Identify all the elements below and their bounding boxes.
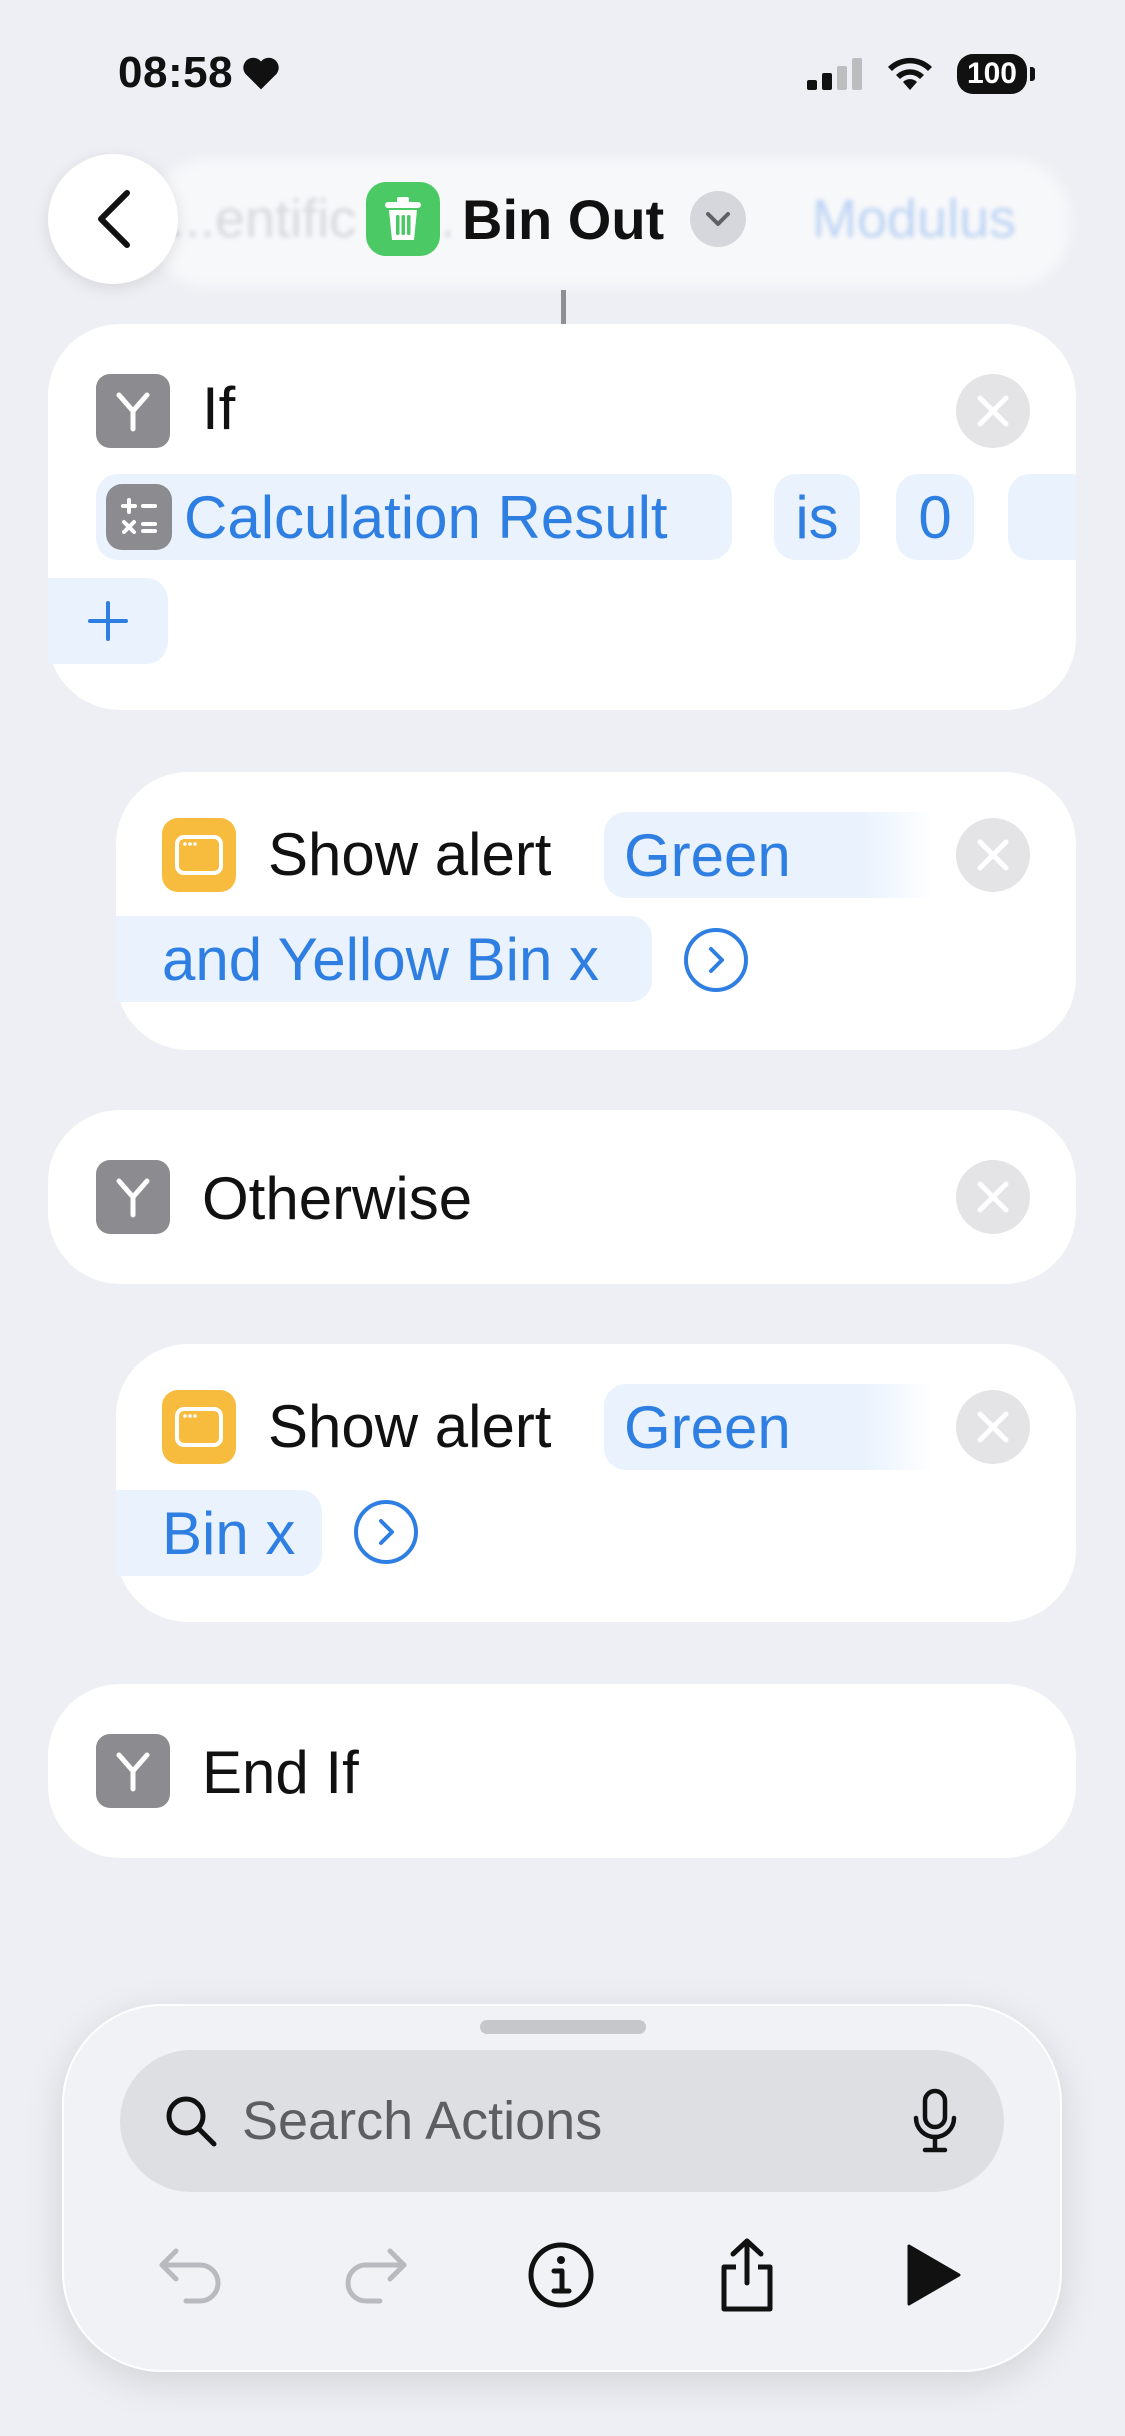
plus-icon: [88, 601, 128, 641]
redo-button[interactable]: [330, 2230, 420, 2320]
alert-message-line2[interactable]: and Yellow Bin x: [116, 916, 652, 1002]
alert-message-line1[interactable]: Green: [604, 1384, 934, 1470]
redo-icon: [345, 2248, 407, 2304]
show-alert-action-2[interactable]: Show alert Green Bin x: [116, 1344, 1076, 1622]
add-condition-button[interactable]: [48, 578, 168, 664]
search-placeholder: Search Actions: [242, 2091, 603, 2151]
share-icon: [721, 2238, 773, 2312]
battery-indicator: 100: [956, 54, 1036, 94]
microphone-icon[interactable]: [912, 2088, 958, 2154]
flow-connector: [561, 290, 566, 324]
search-actions-field[interactable]: Search Actions: [120, 2050, 1004, 2192]
close-icon: [977, 395, 1009, 427]
close-icon: [977, 839, 1009, 871]
show-alert-action-1[interactable]: Show alert Green and Yellow Bin x: [116, 772, 1076, 1050]
remove-otherwise-button[interactable]: [956, 1160, 1030, 1234]
chevron-down-icon: [690, 191, 747, 247]
condition-value[interactable]: 0: [896, 474, 974, 560]
shortcut-title-menu[interactable]: Bin Out: [366, 182, 747, 256]
expand-alert-2-button[interactable]: [354, 1500, 418, 1564]
end-if-action-card[interactable]: End If: [48, 1684, 1076, 1858]
remove-alert-1-button[interactable]: [956, 818, 1030, 892]
search-icon: [166, 2096, 217, 2147]
run-button[interactable]: [888, 2230, 978, 2320]
branch-icon: [96, 1160, 170, 1234]
alert-window-icon: [162, 1390, 236, 1464]
play-icon: [907, 2244, 961, 2306]
shortcut-title: Bin Out: [462, 187, 665, 251]
share-button[interactable]: [702, 2230, 792, 2320]
undo-icon: [159, 2248, 221, 2304]
alert-message-line1[interactable]: Green: [604, 812, 934, 898]
panel-grabber[interactable]: [480, 2020, 646, 2034]
back-button[interactable]: [48, 154, 178, 284]
ghost-previous-action-param: Modulus: [812, 189, 1017, 249]
wifi-icon: [887, 57, 932, 90]
alert-message-line2[interactable]: Bin x: [116, 1490, 322, 1576]
close-icon: [977, 1181, 1009, 1213]
info-icon: [528, 2242, 594, 2308]
heart-icon: [243, 57, 279, 90]
calculation-result-variable[interactable]: Calculation Result: [96, 474, 732, 560]
chevron-left-icon: [98, 190, 130, 248]
alert-window-icon: [162, 818, 236, 892]
close-icon: [977, 1411, 1009, 1443]
remove-if-button[interactable]: [956, 374, 1030, 448]
calculator-icon: [106, 484, 172, 550]
chevron-right-icon: [379, 1519, 394, 1545]
undo-button[interactable]: [146, 2230, 236, 2320]
info-button[interactable]: [516, 2230, 606, 2320]
expand-alert-1-button[interactable]: [684, 928, 748, 992]
branch-icon: [96, 1734, 170, 1808]
cellular-signal-icon: [806, 58, 862, 90]
status-icons: 100: [806, 54, 1036, 94]
end-if-label: End If: [202, 1739, 359, 1806]
otherwise-action-card[interactable]: Otherwise: [48, 1110, 1076, 1284]
remove-alert-2-button[interactable]: [956, 1390, 1030, 1464]
status-time: 08:58: [118, 48, 281, 98]
condition-operator[interactable]: is: [774, 474, 860, 560]
if-action-card[interactable]: If Calculation Result is 0: [48, 324, 1076, 710]
show-alert-label: Show alert: [268, 1393, 552, 1460]
show-alert-label: Show alert: [268, 821, 552, 888]
chevron-right-icon: [709, 947, 724, 973]
trash-icon: [366, 182, 440, 256]
if-label: If: [202, 375, 236, 442]
more-parameters-token[interactable]: [1008, 474, 1076, 560]
branch-icon: [96, 374, 170, 448]
otherwise-label: Otherwise: [202, 1165, 473, 1232]
